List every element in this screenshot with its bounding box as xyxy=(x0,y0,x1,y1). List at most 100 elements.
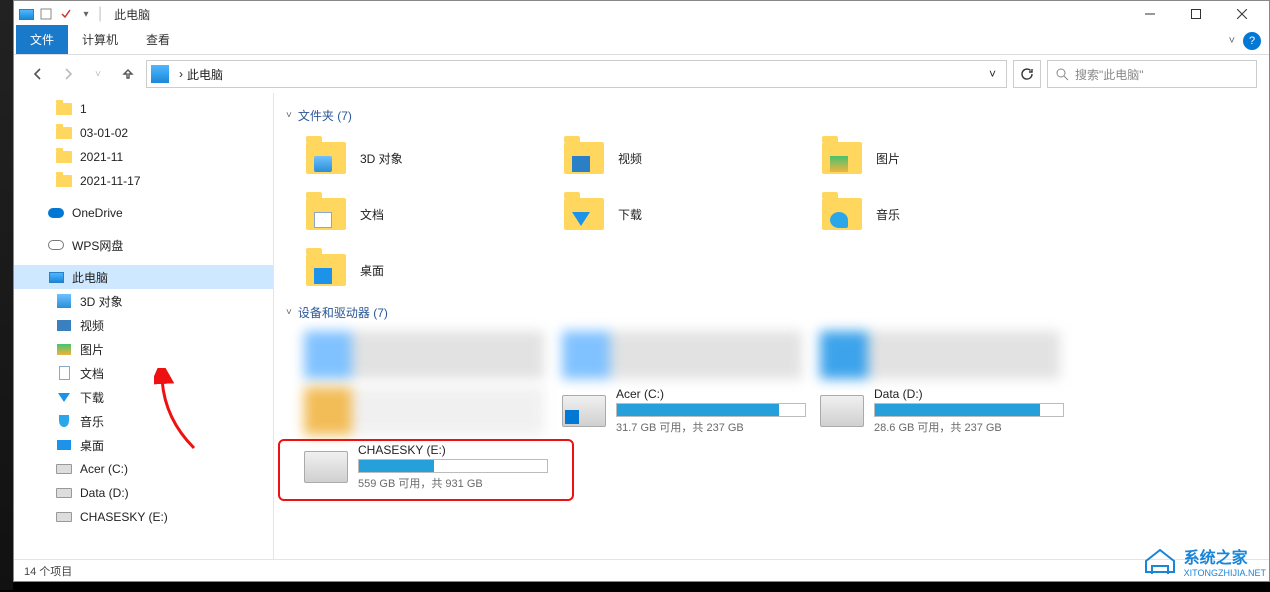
help-icon[interactable]: ? xyxy=(1243,32,1261,50)
quick-access-toolbar: ▾ xyxy=(18,6,94,22)
device-blurred[interactable] xyxy=(300,327,554,383)
sidebar-item-label: 3D 对象 xyxy=(80,293,123,310)
sidebar-item-label: 音乐 xyxy=(80,413,104,430)
folder-icon xyxy=(820,136,864,180)
titlebar: ▾ | 此电脑 xyxy=(14,1,1269,27)
watermark-logo: 系统之家 XITONGZHIJIA.NET xyxy=(1142,544,1266,578)
explorer-window: ▾ | 此电脑 文件 计算机 查看 ˅ ? xyxy=(13,0,1270,582)
maximize-button[interactable] xyxy=(1173,1,1219,27)
device-blurred[interactable] xyxy=(300,383,554,439)
search-placeholder: 搜索"此电脑" xyxy=(1075,66,1144,83)
sidebar-item-label: 03-01-02 xyxy=(80,126,128,140)
device-blurred[interactable] xyxy=(816,327,1070,383)
drive-icon xyxy=(304,451,348,483)
drive-chasesky[interactable]: CHASESKY (E:) 559 GB 可用，共 931 GB xyxy=(300,439,554,495)
section-folders-header[interactable]: ˅ 文件夹 (7) xyxy=(282,101,1269,130)
chevron-down-icon: ˅ xyxy=(286,110,292,121)
drive-usage-bar xyxy=(358,459,548,473)
close-button[interactable] xyxy=(1219,1,1265,27)
drive-usage-bar xyxy=(616,403,806,417)
sidebar-item[interactable]: 图片 xyxy=(14,337,273,361)
sidebar-item[interactable]: 视频 xyxy=(14,313,273,337)
section-devices-header[interactable]: ˅ 设备和驱动器 (7) xyxy=(282,298,1269,327)
folder-label: 3D 对象 xyxy=(360,150,403,167)
folder-tile[interactable]: 视频 xyxy=(558,130,812,186)
drive-acer[interactable]: Acer (C:) 31.7 GB 可用，共 237 GB xyxy=(558,383,812,439)
up-button[interactable] xyxy=(116,62,140,86)
sidebar-item[interactable]: 桌面 xyxy=(14,433,273,457)
sidebar-item-wps[interactable]: WPS网盘 xyxy=(14,233,273,257)
folder-tile[interactable]: 3D 对象 xyxy=(300,130,554,186)
folder-label: 桌面 xyxy=(360,262,384,279)
section-count: 7 xyxy=(341,109,348,123)
folders-group: 3D 对象 视频 图片文档 下载 音乐桌面 xyxy=(282,130,1269,298)
sidebar-item-onedrive[interactable]: OneDrive xyxy=(14,201,273,225)
breadcrumb-location[interactable]: 此电脑 xyxy=(187,66,223,83)
folder-icon xyxy=(562,136,606,180)
tab-view[interactable]: 查看 xyxy=(132,25,184,54)
folder-icon xyxy=(304,248,348,292)
folder-tile[interactable]: 桌面 xyxy=(300,242,554,298)
content-pane[interactable]: ˅ 文件夹 (7) 3D 对象 视频 图片文档 下载 音乐桌面 ˅ 设备和驱动器 (7)… xyxy=(274,93,1269,559)
tab-computer[interactable]: 计算机 xyxy=(68,25,132,54)
logo-icon xyxy=(1142,547,1178,575)
sidebar-item[interactable]: 3D 对象 xyxy=(14,289,273,313)
sidebar-item-label: 图片 xyxy=(80,341,104,358)
qat-item[interactable] xyxy=(38,6,54,22)
drive-icon xyxy=(562,395,606,427)
address-bar[interactable]: › 此电脑 ˅ xyxy=(146,60,1007,88)
sidebar-item[interactable]: 下载 xyxy=(14,385,273,409)
sidebar-item[interactable]: 2021-11-17 xyxy=(14,169,273,193)
qat-overflow[interactable]: ▾ xyxy=(78,6,94,22)
folder-tile[interactable]: 音乐 xyxy=(816,186,1070,242)
sidebar-item-drive-c[interactable]: Acer (C:) xyxy=(14,457,273,481)
sidebar-item-label: WPS网盘 xyxy=(72,237,123,254)
qat-item[interactable] xyxy=(58,6,74,22)
window-title: 此电脑 xyxy=(114,6,150,23)
sidebar-item-drive-e[interactable]: CHASESKY (E:) xyxy=(14,505,273,529)
statusbar: 14 个项目 xyxy=(14,559,1269,581)
sidebar-item-drive-d[interactable]: Data (D:) xyxy=(14,481,273,505)
ribbon-expand-icon[interactable]: ˅ xyxy=(1229,35,1235,47)
sidebar-item[interactable]: 2021-11 xyxy=(14,145,273,169)
forward-button[interactable] xyxy=(56,62,80,86)
section-count: 7 xyxy=(377,306,384,320)
sidebar-item[interactable]: 03-01-02 xyxy=(14,121,273,145)
drive-name: Data (D:) xyxy=(874,387,1066,401)
device-blurred[interactable] xyxy=(558,327,812,383)
drive-subtext: 559 GB 可用，共 931 GB xyxy=(358,475,550,491)
folder-tile[interactable]: 下载 xyxy=(558,186,812,242)
minimize-button[interactable] xyxy=(1127,1,1173,27)
sidebar-item[interactable]: 文档 xyxy=(14,361,273,385)
folder-label: 音乐 xyxy=(876,206,900,223)
refresh-button[interactable] xyxy=(1013,60,1041,88)
drive-icon xyxy=(820,395,864,427)
folder-label: 图片 xyxy=(876,150,900,167)
back-button[interactable] xyxy=(26,62,50,86)
folder-label: 视频 xyxy=(618,150,642,167)
logo-brand: 系统之家 xyxy=(1184,544,1266,568)
folder-icon xyxy=(304,136,348,180)
sidebar-item[interactable]: 音乐 xyxy=(14,409,273,433)
drive-name: Acer (C:) xyxy=(616,387,808,401)
search-input[interactable]: 搜索"此电脑" xyxy=(1047,60,1257,88)
sidebar-item-label: 文档 xyxy=(80,365,104,382)
section-title: 设备和驱动器 xyxy=(298,306,370,320)
tab-file[interactable]: 文件 xyxy=(16,25,68,54)
folder-icon xyxy=(304,192,348,236)
breadcrumb-sep: › xyxy=(179,67,183,81)
body-split: 1 03-01-02 2021-11 2021-11-17 OneDrive W… xyxy=(14,93,1269,559)
recent-locations-button[interactable]: ˅ xyxy=(86,62,110,86)
ribbon-right: ˅ ? xyxy=(1229,32,1261,50)
sidebar-item[interactable]: 1 xyxy=(14,97,273,121)
folder-label: 下载 xyxy=(618,206,642,223)
address-icon xyxy=(151,65,169,83)
folder-tile[interactable]: 图片 xyxy=(816,130,1070,186)
folder-label: 文档 xyxy=(360,206,384,223)
sidebar-item-this-pc[interactable]: 此电脑 xyxy=(14,265,273,289)
drive-data[interactable]: Data (D:) 28.6 GB 可用，共 237 GB xyxy=(816,383,1070,439)
address-dropdown-icon[interactable]: ˅ xyxy=(983,67,1002,81)
folder-tile[interactable]: 文档 xyxy=(300,186,554,242)
chevron-down-icon: ˅ xyxy=(286,307,292,318)
sidebar-item-label: CHASESKY (E:) xyxy=(80,510,168,524)
